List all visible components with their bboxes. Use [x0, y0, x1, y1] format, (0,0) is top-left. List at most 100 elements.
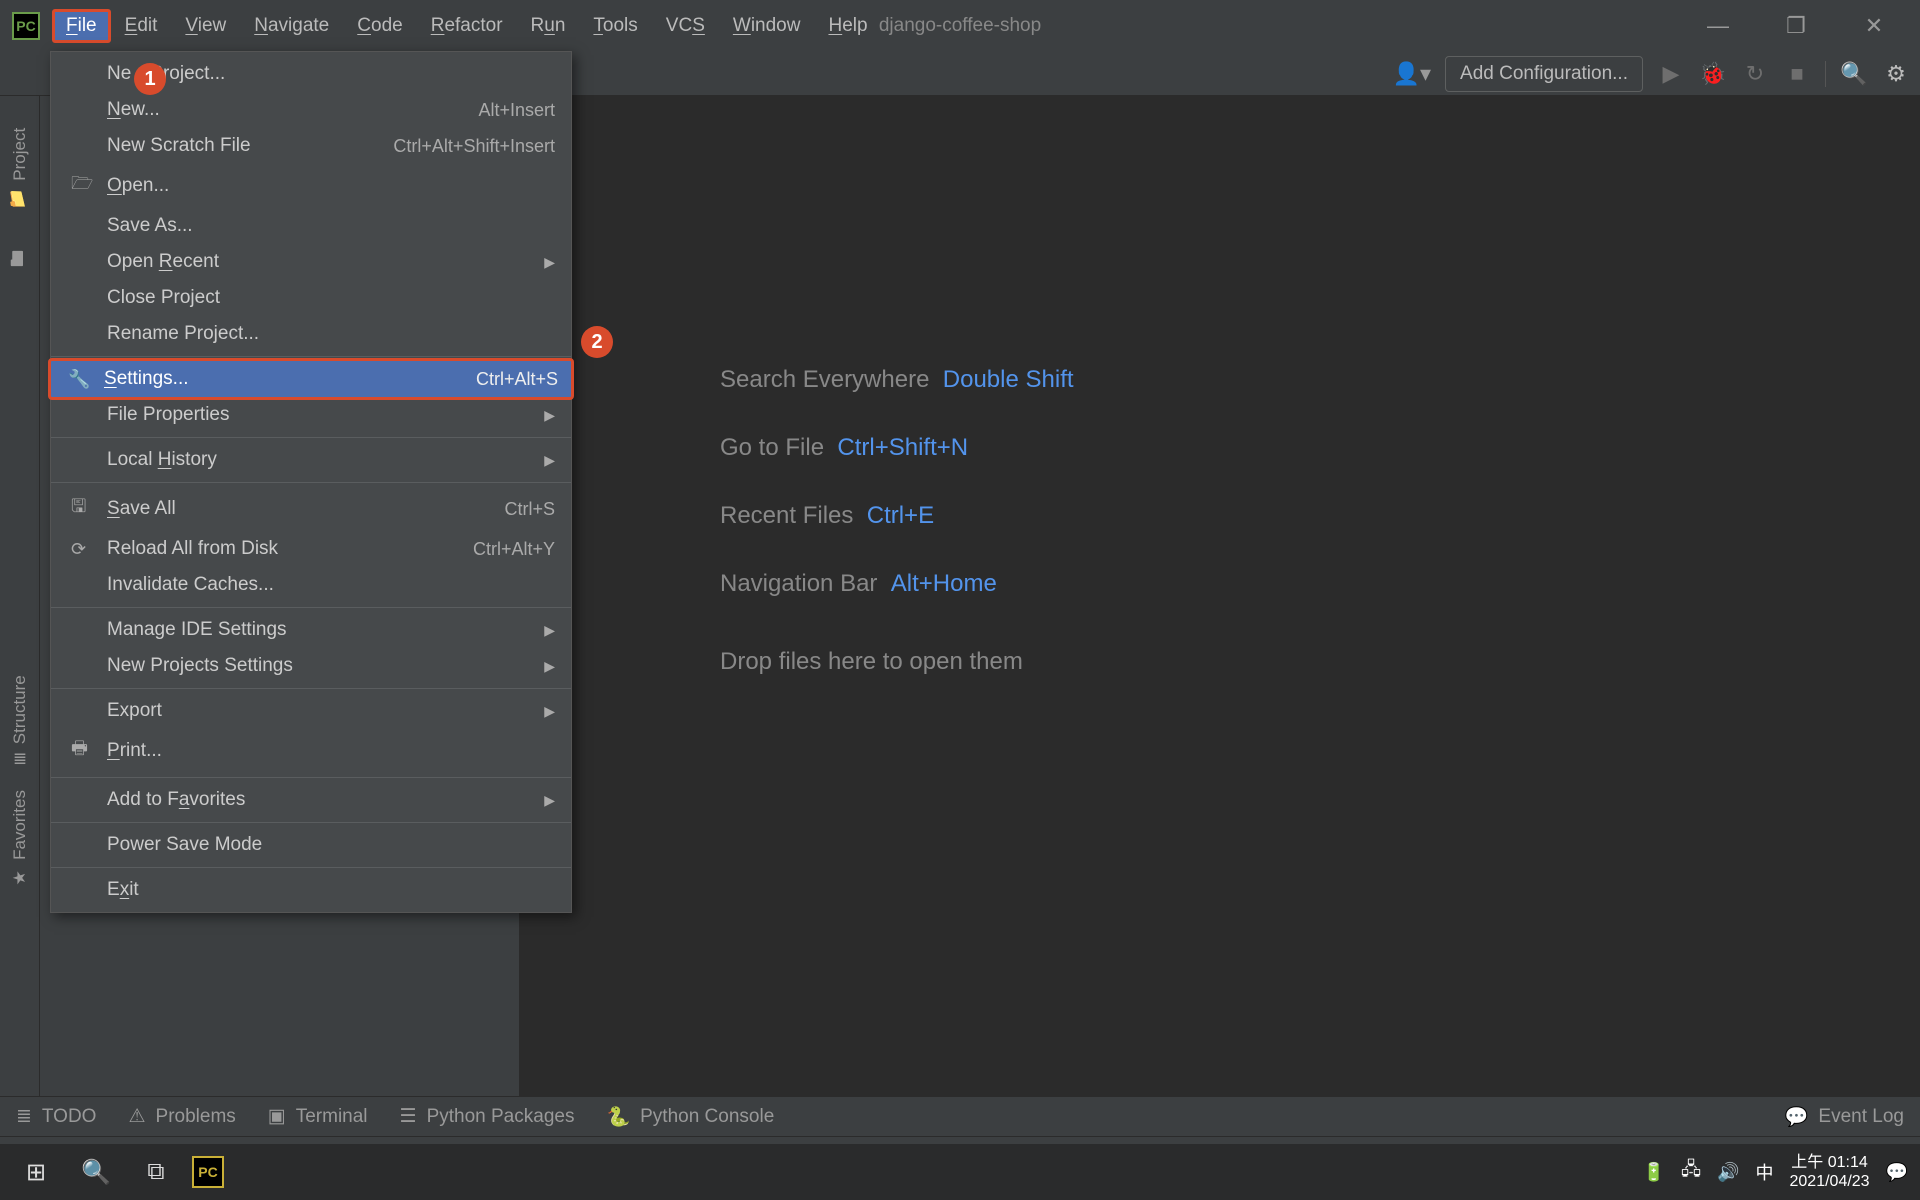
folder-open-icon: 🗁 [71, 171, 107, 201]
separator [51, 437, 571, 438]
debug-icon[interactable]: 🐞 [1699, 61, 1727, 87]
coverage-icon[interactable]: ↻ [1741, 61, 1769, 87]
annotation-badge-1: 1 [134, 63, 166, 95]
fm-save-as[interactable]: Save As... [51, 208, 571, 244]
rail-favorites[interactable]: ★Favorites [10, 778, 30, 900]
menu-tools[interactable]: Tools [579, 9, 651, 43]
welcome-recent: Recent Files Ctrl+E [720, 502, 934, 530]
chevron-right-icon: ▶ [544, 407, 555, 424]
run-icon[interactable]: ▶ [1657, 61, 1685, 87]
bt-terminal[interactable]: ▣Terminal [268, 1105, 368, 1128]
reload-icon: ⟳ [71, 539, 107, 560]
fm-open[interactable]: 🗁Open... [51, 164, 571, 208]
chevron-right-icon: ▶ [544, 254, 555, 271]
chevron-right-icon: ▶ [544, 658, 555, 675]
window-title: django-coffee-shop [879, 15, 1041, 37]
file-menu-popup: New Project... New...Alt+Insert New Scra… [50, 51, 572, 913]
bt-python-console[interactable]: 🐍Python Console [606, 1105, 774, 1129]
python-icon: 🐍 [606, 1105, 630, 1129]
rail-project[interactable]: 📁Project [10, 116, 30, 222]
separator [51, 867, 571, 868]
bt-todo[interactable]: ≣TODO [16, 1105, 96, 1128]
menu-file[interactable]: File [52, 9, 111, 43]
list-icon: ≣ [16, 1105, 32, 1128]
drop-hint: Drop files here to open them [720, 648, 1023, 676]
rail-project-label: Project [10, 128, 30, 181]
fm-print[interactable]: 🖶Print... [51, 729, 571, 773]
tray-clock[interactable]: 上午 01:14 2021/04/23 [1790, 1153, 1870, 1191]
chevron-right-icon: ▶ [544, 792, 555, 809]
separator [51, 688, 571, 689]
menu-code[interactable]: Code [343, 9, 416, 43]
bt-event-log[interactable]: 💬Event Log [1785, 1105, 1904, 1129]
minimize-button[interactable]: — [1700, 8, 1736, 44]
start-button[interactable]: ⊞ [12, 1152, 60, 1192]
fm-open-recent[interactable]: Open Recent▶ [51, 244, 571, 280]
bottom-tools: ≣TODO ⚠Problems ▣Terminal ☰Python Packag… [0, 1096, 1920, 1136]
fm-file-properties[interactable]: File Properties▶ [51, 397, 571, 433]
task-view-icon[interactable]: ⧉ [132, 1152, 180, 1192]
fm-new[interactable]: New...Alt+Insert [51, 92, 571, 128]
stop-icon[interactable]: ■ [1783, 61, 1811, 87]
menu-help[interactable]: Help [814, 9, 881, 43]
separator [51, 356, 571, 357]
close-button[interactable]: ✕ [1856, 8, 1892, 44]
rail-structure-label: Structure [10, 675, 30, 744]
package-icon: ☰ [400, 1105, 417, 1128]
separator [51, 822, 571, 823]
fm-favorites[interactable]: Add to Favorites▶ [51, 782, 571, 818]
chevron-right-icon: ▶ [544, 703, 555, 720]
tray-notifications-icon[interactable]: 💬 [1886, 1162, 1908, 1183]
fm-manage-ide[interactable]: Manage IDE Settings▶ [51, 612, 571, 648]
tray-volume-icon[interactable]: 🔊 [1717, 1162, 1739, 1183]
fm-reload[interactable]: ⟳Reload All from DiskCtrl+Alt+Y [51, 531, 571, 567]
add-configuration-button[interactable]: Add Configuration... [1445, 56, 1643, 92]
search-icon[interactable]: 🔍 [1840, 61, 1868, 87]
printer-icon: 🖶 [71, 736, 107, 766]
fm-export[interactable]: Export▶ [51, 693, 571, 729]
rail-structure[interactable]: ≣Structure [10, 663, 30, 778]
wrench-icon: 🔧 [68, 369, 104, 390]
tray-ime[interactable]: 中 [1756, 1159, 1774, 1185]
fm-new-projects-settings[interactable]: New Projects Settings▶ [51, 648, 571, 684]
user-icon[interactable]: 👤▾ [1393, 61, 1431, 87]
menu-navigate[interactable]: Navigate [240, 9, 343, 43]
fm-save-all[interactable]: 🖫Save AllCtrl+S [51, 487, 571, 531]
menu-view[interactable]: View [171, 9, 240, 43]
menu-window[interactable]: Window [719, 9, 815, 43]
welcome-search: Search Everywhere Double Shift [720, 366, 1074, 394]
fm-exit[interactable]: Exit [51, 872, 571, 908]
menu-refactor[interactable]: Refactor [417, 9, 517, 43]
fm-scratch[interactable]: New Scratch FileCtrl+Alt+Shift+Insert [51, 128, 571, 164]
gear-icon[interactable]: ⚙ [1882, 61, 1910, 87]
app-icon: PC [12, 12, 40, 40]
bt-python-packages[interactable]: ☰Python Packages [400, 1105, 575, 1128]
tray-network-icon[interactable]: 🖧 [1681, 1157, 1701, 1187]
fm-local-history[interactable]: Local History▶ [51, 442, 571, 478]
bt-problems[interactable]: ⚠Problems [128, 1105, 235, 1128]
welcome-goto: Go to File Ctrl+Shift+N [720, 434, 968, 462]
search-icon[interactable]: 🔍 [72, 1152, 120, 1192]
rail-folder[interactable]: 🖿 [5, 230, 34, 283]
separator [1825, 61, 1826, 87]
fm-power-save[interactable]: Power Save Mode [51, 827, 571, 863]
terminal-icon: ▣ [268, 1105, 286, 1128]
fm-new-project[interactable]: New Project... [51, 56, 571, 92]
maximize-button[interactable]: ❐ [1778, 8, 1814, 44]
separator [51, 482, 571, 483]
fm-rename-project[interactable]: Rename Project... [51, 316, 571, 352]
menu-vcs[interactable]: VCS [652, 9, 719, 43]
fm-invalidate[interactable]: Invalidate Caches... [51, 567, 571, 603]
save-icon: 🖫 [71, 494, 107, 524]
separator [51, 607, 571, 608]
menu-edit[interactable]: Edit [111, 9, 172, 43]
tray-battery-icon[interactable]: 🔋 [1643, 1162, 1665, 1183]
left-rail: 📁Project 🖿 ≣Structure ★Favorites [0, 96, 40, 1096]
editor-area: Search Everywhere Double Shift Go to Fil… [520, 96, 1920, 1096]
menu-run[interactable]: Run [517, 9, 580, 43]
fm-settings[interactable]: 🔧Settings...Ctrl+Alt+S [48, 358, 574, 400]
welcome-nav: Navigation Bar Alt+Home [720, 570, 997, 598]
rail-favorites-label: Favorites [10, 790, 30, 860]
fm-close-project[interactable]: Close Project [51, 280, 571, 316]
pycharm-taskbar-icon[interactable]: PC [192, 1156, 224, 1188]
